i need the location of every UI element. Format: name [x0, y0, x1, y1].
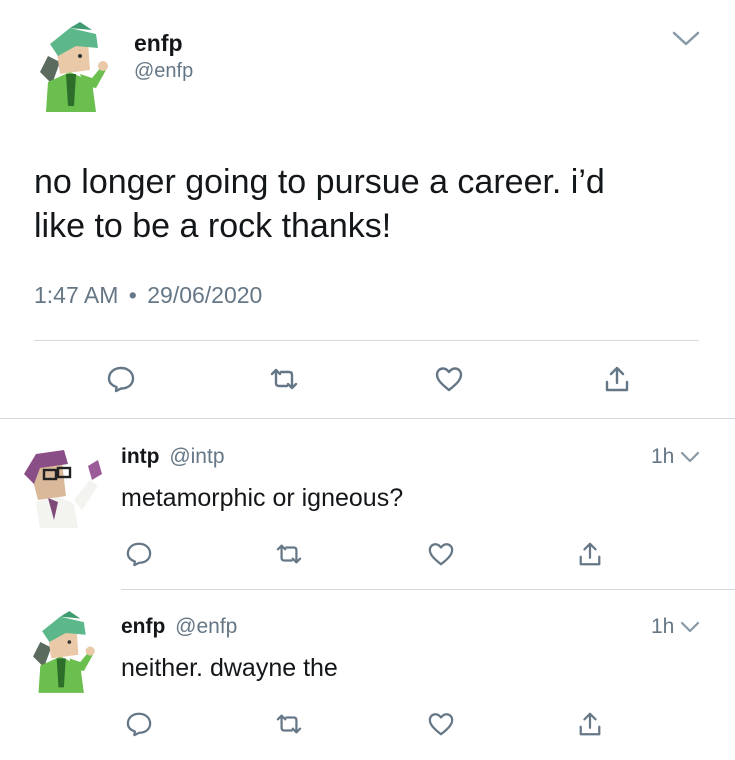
reply-display-name[interactable]: enfp	[121, 615, 165, 638]
share-button[interactable]	[573, 537, 607, 571]
share-button[interactable]	[600, 362, 634, 396]
speech-bubble-icon	[107, 366, 135, 393]
reply-header: enfp @enfp	[121, 615, 237, 639]
retweet-arrows-icon	[276, 714, 302, 734]
reply-avatar-intp[interactable]	[18, 440, 108, 528]
reply-avatar-enfp[interactable]	[24, 608, 102, 696]
retweet-button[interactable]	[272, 537, 306, 571]
reply-handle[interactable]: @intp	[169, 445, 224, 468]
main-tweet-text: no longer going to pursue a career. i’d …	[34, 160, 605, 248]
like-button[interactable]	[432, 362, 466, 396]
reply-text: metamorphic or igneous?	[121, 484, 404, 512]
reply-display-name[interactable]: intp	[121, 445, 159, 468]
tweet-timestamp[interactable]: 1:47 AM • 29/06/2020	[34, 282, 262, 309]
heart-outline-icon	[428, 713, 454, 736]
tweet-date: 29/06/2020	[147, 282, 263, 308]
reply-age[interactable]: 1h	[651, 615, 700, 639]
reply-button[interactable]	[122, 707, 156, 741]
heart-outline-icon	[428, 543, 454, 566]
reply-age[interactable]: 1h	[651, 445, 700, 469]
timestamp-separator: •	[128, 282, 137, 308]
retweet-button[interactable]	[272, 707, 306, 741]
chevron-down-icon[interactable]	[680, 451, 700, 463]
share-upload-icon	[579, 712, 601, 736]
reply-age-label: 1h	[651, 445, 675, 468]
main-tweet-line: no longer going to pursue a career. i’d	[34, 163, 605, 201]
speech-bubble-icon	[126, 712, 152, 737]
share-upload-icon	[579, 542, 601, 566]
reply-text: neither. dwayne the	[121, 654, 338, 682]
reply-button[interactable]	[104, 362, 138, 396]
speech-bubble-icon	[126, 542, 152, 567]
divider	[34, 340, 699, 341]
main-handle[interactable]: @enfp	[134, 60, 193, 83]
tweet-time: 1:47 AM	[34, 282, 119, 308]
retweet-arrows-icon	[276, 544, 302, 564]
chevron-down-icon[interactable]	[680, 621, 700, 633]
reply-handle[interactable]: @enfp	[175, 615, 237, 638]
retweet-button[interactable]	[267, 362, 301, 396]
retweet-arrows-icon	[270, 368, 298, 390]
share-button[interactable]	[573, 707, 607, 741]
main-display-name[interactable]: enfp	[134, 30, 183, 57]
like-button[interactable]	[424, 707, 458, 741]
reply-button[interactable]	[122, 537, 156, 571]
reply-header: intp @intp	[121, 445, 225, 469]
main-tweet-line: like to be a rock thanks!	[34, 207, 392, 245]
reply-age-label: 1h	[651, 615, 675, 638]
chevron-down-icon[interactable]	[672, 30, 700, 48]
main-avatar[interactable]	[30, 22, 116, 112]
share-upload-icon	[605, 366, 629, 392]
divider	[121, 589, 735, 590]
heart-outline-icon	[435, 367, 463, 392]
like-button[interactable]	[424, 537, 458, 571]
divider	[0, 418, 735, 419]
